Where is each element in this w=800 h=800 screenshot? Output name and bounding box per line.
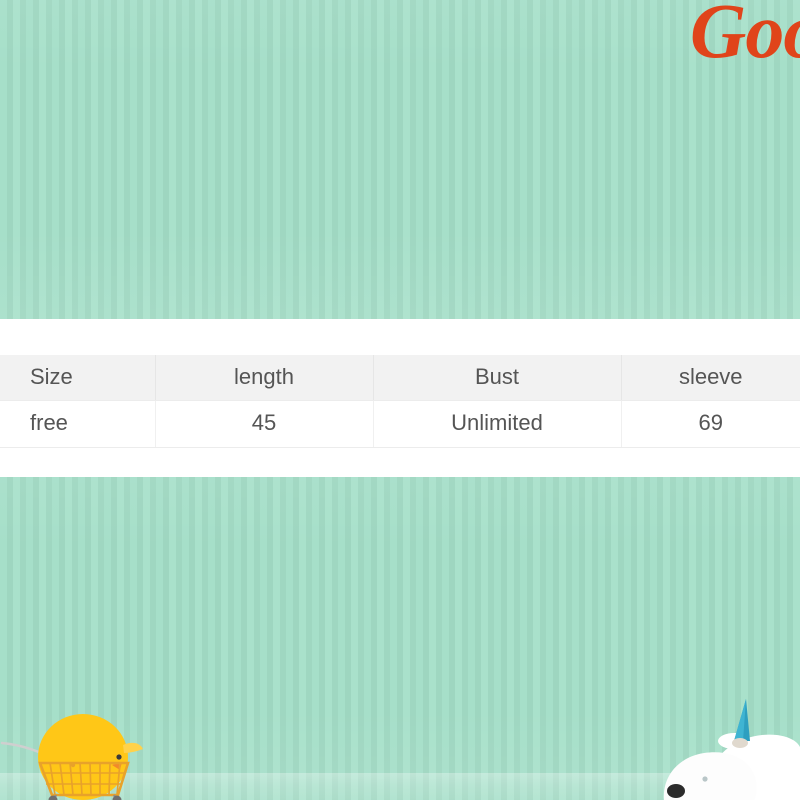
- product-image-bottom[interactable]: [0, 477, 800, 800]
- chick-in-cart-illustration: [0, 699, 250, 800]
- chick-eye: [116, 754, 122, 760]
- table-row: free 45 Unlimited 69: [0, 400, 800, 448]
- chick-tail: [123, 742, 143, 753]
- chick-body: [38, 714, 128, 800]
- size-chart-table: Size length Bust sleeve free 45 Unlimite…: [0, 355, 800, 448]
- column-header-size: Size: [0, 355, 156, 401]
- table-header-row: Size length Bust sleeve: [0, 355, 800, 401]
- cell-sleeve: 69: [621, 400, 800, 448]
- brand-script-text: Good: [690, 0, 800, 74]
- party-hat-opening: [732, 738, 748, 748]
- product-image-top[interactable]: Good: [0, 0, 800, 319]
- cell-bust: Unlimited: [373, 400, 622, 448]
- bear-nose: [667, 784, 685, 798]
- image-vignette-top: [0, 0, 800, 319]
- bear-eye: [702, 776, 708, 782]
- cell-length: 45: [155, 400, 374, 448]
- polar-bear-illustration: [660, 695, 800, 800]
- column-header-sleeve: sleeve: [621, 355, 800, 401]
- column-header-length: length: [155, 355, 374, 401]
- size-table-container: Size length Bust sleeve free 45 Unlimite…: [0, 355, 800, 448]
- cell-size: free: [0, 400, 156, 448]
- size-table-section: Size length Bust sleeve free 45 Unlimite…: [0, 319, 800, 477]
- product-detail-page: Good Size length Bust sleeve: [0, 0, 800, 800]
- column-header-bust: Bust: [373, 355, 622, 401]
